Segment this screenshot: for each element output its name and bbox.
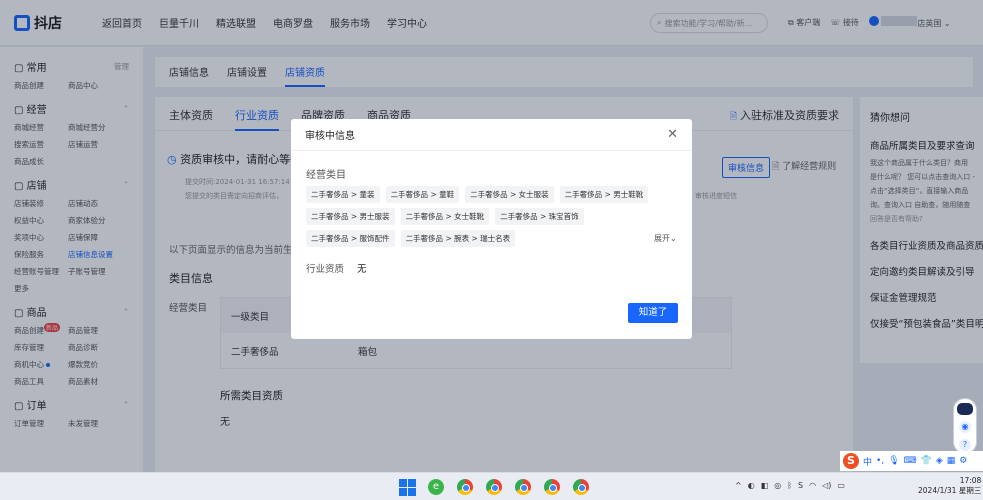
chrome-icon[interactable] bbox=[484, 477, 504, 497]
chrome-icon[interactable] bbox=[571, 477, 591, 497]
sogou-icon[interactable]: S bbox=[843, 453, 859, 469]
keyboard-icon[interactable]: ⌨ bbox=[904, 456, 917, 466]
battery-icon[interactable]: ▭ bbox=[837, 481, 845, 490]
category-chips: 二手奢侈品 > 童装 二手奢侈品 > 童鞋 二手奢侈品 > 女士服装 二手奢侈品… bbox=[306, 186, 666, 247]
windows-start-icon[interactable] bbox=[397, 477, 417, 497]
got-it-button[interactable]: 知道了 bbox=[628, 303, 678, 323]
game-icon[interactable]: ◈ bbox=[936, 456, 943, 466]
skin-icon[interactable]: 👕 bbox=[921, 456, 932, 466]
category-chip: 二手奢侈品 > 女士服装 bbox=[465, 186, 554, 203]
wifi-icon[interactable]: ◠ bbox=[809, 481, 816, 490]
category-chip: 二手奢侈品 > 童装 bbox=[306, 186, 380, 203]
category-chip: 二手奢侈品 > 男士服装 bbox=[306, 208, 395, 225]
category-chip: 二手奢侈品 > 女士鞋靴 bbox=[400, 208, 490, 225]
punctuation-icon[interactable]: •, bbox=[876, 456, 884, 466]
modal-header: 审核中信息 ✕ bbox=[291, 119, 692, 151]
chevron-down-icon: ⌄ bbox=[670, 234, 677, 243]
modal-title: 审核中信息 bbox=[305, 131, 355, 142]
chevron-up-icon[interactable]: ^ bbox=[735, 481, 742, 490]
tray-app-icon[interactable]: ◐ bbox=[748, 481, 755, 490]
system-tray: ^ ◐ ◧ ◎ ᛒ S ◠ ◁) ▭ bbox=[735, 481, 845, 490]
taskbar-apps: e bbox=[397, 477, 591, 497]
grid-icon[interactable]: ▦ bbox=[947, 456, 956, 466]
modal-category-label: 经营类目 bbox=[306, 170, 346, 181]
robot-icon bbox=[957, 403, 973, 415]
category-chip: 二手奢侈品 > 男士鞋靴 bbox=[559, 186, 649, 203]
settings-icon[interactable]: ⚙ bbox=[959, 456, 967, 466]
category-chip: 二手奢侈品 > 服饰配件 bbox=[306, 230, 395, 247]
mic-icon[interactable]: 🎙 bbox=[888, 456, 899, 466]
modal-qualification-value: 无 bbox=[357, 264, 367, 275]
chrome-icon[interactable] bbox=[513, 477, 533, 497]
category-chip: 二手奢侈品 > 珠宝首饰 bbox=[495, 208, 584, 225]
category-chip: 二手奢侈品 > 童鞋 bbox=[385, 186, 460, 203]
ime-lang[interactable]: 中 bbox=[863, 455, 872, 468]
tray-app-icon[interactable]: ◎ bbox=[774, 481, 781, 490]
tray-app-icon[interactable]: ◧ bbox=[761, 481, 769, 490]
chat-icon[interactable]: ◉ bbox=[959, 421, 971, 433]
taskbar: e ^ ◐ ◧ ◎ ᛒ S ◠ ◁) ▭ 17:08 2024/1/31 星期三 bbox=[0, 472, 983, 500]
expand-button[interactable]: 展开⌄ bbox=[654, 233, 677, 244]
assistant-widget[interactable]: ◉ ? bbox=[953, 398, 977, 454]
review-info-modal: 审核中信息 ✕ 经营类目 二手奢侈品 > 童装 二手奢侈品 > 童鞋 二手奢侈品… bbox=[291, 119, 692, 339]
sogou-tray-icon[interactable]: S bbox=[798, 481, 803, 490]
edge-icon[interactable]: e bbox=[426, 477, 446, 497]
close-icon[interactable]: ✕ bbox=[667, 127, 678, 142]
system-clock[interactable]: 17:08 2024/1/31 星期三 bbox=[918, 476, 981, 496]
category-chip: 二手奢侈品 > 腕表 > 瑞士名表 bbox=[400, 230, 516, 247]
ime-toolbar: S 中 •, 🎙 ⌨ 👕 ◈ ▦ ⚙ bbox=[840, 451, 983, 471]
modal-qualification-label: 行业资质 bbox=[306, 264, 345, 275]
help-icon[interactable]: ? bbox=[959, 439, 971, 451]
chrome-icon[interactable] bbox=[542, 477, 562, 497]
chrome-icon[interactable] bbox=[455, 477, 475, 497]
volume-icon[interactable]: ◁) bbox=[822, 481, 831, 490]
bluetooth-icon[interactable]: ᛒ bbox=[787, 481, 792, 490]
